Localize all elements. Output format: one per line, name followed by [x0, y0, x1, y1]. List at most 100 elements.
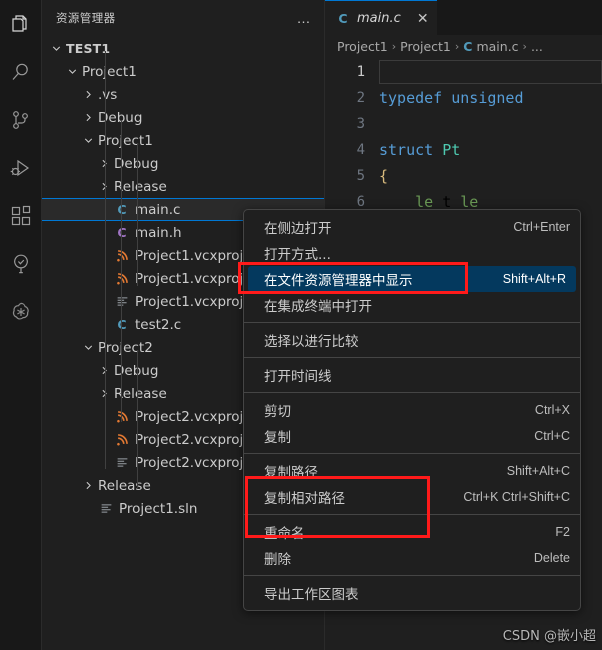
- code-line[interactable]: 4 struct Pt: [325, 137, 602, 163]
- tree-item-label: TEST1: [66, 41, 111, 56]
- tree-item[interactable]: Project1: [42, 60, 324, 83]
- chevron-down-icon[interactable]: [82, 134, 95, 147]
- tree-item[interactable]: Debug: [42, 152, 324, 175]
- tree-item-label: Project1.sln: [119, 500, 198, 517]
- menu-item[interactable]: 导出工作区图表: [244, 580, 580, 606]
- code-line[interactable]: 3: [325, 111, 602, 137]
- source-control-icon[interactable]: [0, 96, 41, 144]
- run-debug-icon[interactable]: [0, 144, 41, 192]
- cfg-file-icon: [114, 456, 130, 469]
- menu-item-shortcut: Ctrl+X: [534, 403, 570, 417]
- more-actions-icon[interactable]: …: [293, 11, 317, 25]
- breadcrumb-overflow[interactable]: ...: [531, 39, 543, 54]
- tab-main-c[interactable]: C main.c ✕: [325, 0, 437, 35]
- breadcrumb: Project1 › Project1 › C main.c › ...: [325, 35, 602, 57]
- tree-item-label: Project1: [82, 63, 137, 80]
- code-line[interactable]: 5{: [325, 163, 602, 189]
- menu-item[interactable]: 复制路径 Shift+Alt+C: [244, 458, 580, 484]
- tree-item[interactable]: Project1: [42, 129, 324, 152]
- menu-item[interactable]: 在侧边打开 Ctrl+Enter: [244, 214, 580, 240]
- menu-item-shortcut: Ctrl+C: [534, 429, 570, 443]
- menu-item-label: 在侧边打开: [264, 221, 332, 237]
- tree-item[interactable]: Debug: [42, 106, 324, 129]
- menu-item[interactable]: 打开方式...: [244, 240, 580, 266]
- indent-guide: [121, 120, 122, 422]
- watermark: CSDN @嵌小超: [502, 629, 596, 644]
- menu-item-shortcut: Delete: [533, 551, 570, 565]
- menu-item-label: 重命名...: [264, 526, 318, 542]
- menu-item-label: 在集成终端中打开: [264, 299, 372, 315]
- breadcrumb-file[interactable]: main.c: [476, 39, 518, 54]
- tree-item[interactable]: .vs: [42, 83, 324, 106]
- breadcrumb-part-0[interactable]: Project1: [337, 39, 388, 54]
- chevron-down-icon[interactable]: [50, 42, 63, 55]
- page-title: 资源管理器: [56, 10, 116, 25]
- activity-bar: [0, 0, 42, 650]
- openai-icon[interactable]: [0, 288, 41, 336]
- code-text[interactable]: struct Pt: [379, 141, 602, 159]
- tree-item-label: main.c: [135, 201, 181, 218]
- tree-item-label: .vs: [98, 86, 118, 103]
- context-menu: 在侧边打开 Ctrl+Enter 打开方式... 在文件资源管理器中显示 Shift+A…: [243, 209, 581, 611]
- code-line[interactable]: 2 typedef unsigned: [325, 85, 602, 111]
- xml-file-icon: [114, 410, 130, 423]
- tab-bar: C main.c ✕: [325, 0, 602, 35]
- chevron-down-icon[interactable]: [66, 65, 79, 78]
- menu-item[interactable]: 在文件资源管理器中显示 Shift+Alt+R: [248, 266, 576, 292]
- search-icon[interactable]: [0, 48, 41, 96]
- tree-item-label: test2.c: [135, 316, 182, 333]
- close-icon[interactable]: ✕: [415, 11, 431, 25]
- menu-item[interactable]: 打开时间线: [244, 362, 580, 388]
- chevron-right-icon: ›: [522, 39, 527, 53]
- menu-item[interactable]: 复制 Ctrl+C: [244, 423, 580, 449]
- tree-item-label: Project1.vcxproj: [135, 247, 244, 264]
- explorer-icon[interactable]: [0, 0, 41, 48]
- testing-icon[interactable]: [0, 240, 41, 288]
- menu-item-label: 在文件资源管理器中显示: [264, 273, 413, 289]
- chevron-right-icon[interactable]: [82, 111, 95, 124]
- chevron-right-icon[interactable]: [82, 479, 95, 492]
- menu-item-label: 选择以进行比较: [264, 334, 359, 350]
- code-area[interactable]: 1 2 typedef unsigned 3 4 struct Pt 5{6 le t le: [325, 57, 602, 215]
- line-number: 3: [356, 116, 365, 132]
- menu-item[interactable]: 删除 Delete: [244, 545, 580, 571]
- menu-item-shortcut: Ctrl+Enter: [513, 220, 570, 234]
- code-line-active[interactable]: 1: [325, 59, 602, 85]
- menu-item[interactable]: 复制相对路径 Ctrl+K Ctrl+Shift+C: [244, 484, 580, 510]
- c-file-icon: C: [117, 202, 127, 217]
- h-file-icon: C: [117, 225, 127, 240]
- tree-item[interactable]: Release: [42, 175, 324, 198]
- menu-separator: [244, 514, 580, 515]
- indent-guide: [105, 51, 106, 469]
- menu-item-shortcut: Shift+Alt+C: [506, 464, 570, 478]
- chevron-down-icon[interactable]: [82, 341, 95, 354]
- code-text[interactable]: [379, 60, 602, 84]
- menu-item-label: 复制: [264, 430, 291, 446]
- code-text[interactable]: typedef unsigned: [379, 89, 602, 107]
- breadcrumb-part-1[interactable]: Project1: [400, 39, 451, 54]
- extensions-icon[interactable]: [0, 192, 41, 240]
- xml-file-icon: [114, 433, 130, 446]
- code-text[interactable]: {: [379, 167, 602, 185]
- menu-separator: [244, 322, 580, 323]
- menu-item[interactable]: 重命名... F2: [244, 519, 580, 545]
- xml-file-icon: [114, 272, 130, 285]
- c-file-icon: C: [338, 10, 348, 26]
- menu-item[interactable]: 剪切 Ctrl+X: [244, 397, 580, 423]
- menu-item-label: 删除: [264, 552, 291, 568]
- indent-guide: [137, 143, 138, 286]
- menu-item-label: 导出工作区图表: [264, 587, 359, 603]
- tree-item-label: Project2: [98, 339, 153, 356]
- menu-item[interactable]: 在集成终端中打开: [244, 292, 580, 318]
- tree-item[interactable]: TEST1: [42, 37, 324, 60]
- chevron-right-icon[interactable]: [82, 88, 95, 101]
- menu-item-label: 复制路径: [264, 465, 318, 481]
- menu-item-shortcut: Shift+Alt+R: [502, 272, 566, 286]
- xml-file-icon: [114, 249, 130, 262]
- line-number: 4: [356, 142, 365, 158]
- menu-item-label: 打开方式...: [264, 247, 331, 263]
- cfg-file-icon: [114, 295, 130, 308]
- sidebar-header: 资源管理器 …: [42, 0, 324, 35]
- menu-item[interactable]: 选择以进行比较: [244, 327, 580, 353]
- line-number: 6: [356, 194, 365, 210]
